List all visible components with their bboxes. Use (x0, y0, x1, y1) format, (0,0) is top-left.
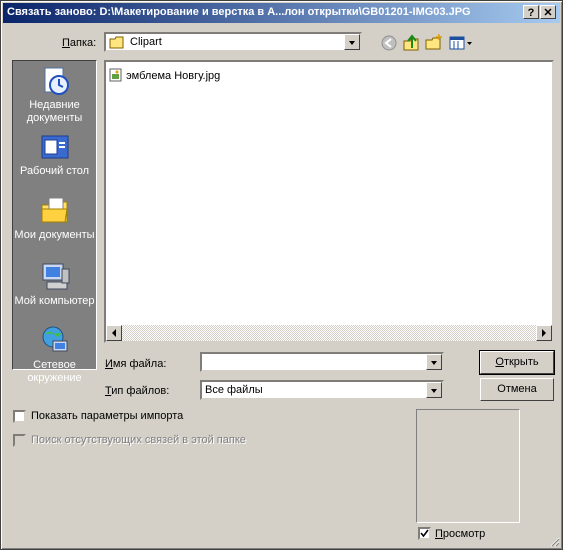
preview-checkbox[interactable] (418, 527, 431, 540)
lookin-combo[interactable]: Clipart (104, 32, 362, 52)
arrow-right-icon (542, 329, 546, 337)
place-network[interactable]: Сетевое окружение (13, 325, 96, 385)
place-desktop[interactable]: Рабочий стол (13, 131, 96, 178)
arrow-left-icon (112, 329, 116, 337)
preview-label-text: росмотр (442, 528, 486, 540)
open-button-text: ткрыть (503, 356, 539, 368)
network-icon (42, 326, 67, 352)
cancel-button[interactable]: Отмена (480, 378, 554, 401)
preview-label: Просмотр (435, 528, 485, 540)
place-recent-label: Недавние документы (26, 99, 83, 124)
place-recent[interactable]: Недавние документы (13, 65, 96, 125)
open-button-accel: О (495, 356, 504, 368)
close-button[interactable]: ✕ (540, 5, 556, 19)
filename-label-text: мя файла: (112, 358, 167, 370)
title-bar[interactable]: Связать заново: D:\Макетирование и верст… (3, 3, 560, 23)
new-folder-icon[interactable] (424, 33, 444, 53)
filetype-value: Все файлы (205, 384, 263, 396)
place-desktop-label: Рабочий стол (19, 165, 90, 177)
help-button[interactable]: ? (523, 5, 539, 19)
place-mydocs[interactable]: Мои документы (13, 195, 96, 242)
lookin-label: Папка: (62, 37, 96, 49)
dialog-window: Связать заново: D:\Макетирование и верст… (0, 0, 563, 550)
view-menu-icon[interactable] (448, 33, 474, 53)
show-import-label: Показать параметры импорта (31, 410, 184, 422)
place-mycomputer-label: Мой компьютер (14, 295, 95, 307)
filename-dropdown-button[interactable] (426, 354, 442, 370)
scroll-right-button[interactable] (536, 325, 552, 341)
back-icon[interactable] (379, 33, 399, 53)
show-import-checkbox[interactable] (13, 410, 26, 423)
lookin-value: Clipart (130, 36, 162, 48)
place-mycomputer[interactable]: Мой компьютер (13, 261, 96, 308)
up-folder-icon[interactable] (401, 33, 421, 53)
horizontal-scrollbar[interactable] (106, 325, 552, 341)
image-file-icon (109, 68, 122, 82)
lookin-label-text: апка: (69, 37, 97, 49)
file-item[interactable]: эмблема Новгу.jpg (109, 68, 220, 82)
file-item-name: эмблема Новгу.jpg (126, 70, 221, 82)
filetype-label-text: ип файлов: (111, 385, 170, 397)
my-computer-icon (42, 263, 69, 290)
scroll-left-button[interactable] (106, 325, 122, 341)
lookin-dropdown-button[interactable] (344, 34, 360, 50)
folder-icon (109, 36, 124, 49)
filetype-combo[interactable]: Все файлы (200, 380, 444, 400)
filename-combo[interactable] (200, 352, 444, 372)
window-title: Связать заново: D:\Макетирование и верст… (7, 6, 471, 18)
place-mydocs-label: Мои документы (14, 229, 95, 241)
places-bar: Недавние документы Рабочий стол Мои доку… (12, 60, 97, 384)
my-documents-icon (41, 197, 68, 223)
desktop-icon (41, 135, 68, 159)
preview-pane (416, 409, 520, 523)
place-network-label: Сетевое окружение (27, 359, 82, 384)
filename-label-accel: И (105, 358, 113, 370)
search-missing-label: Поиск отсутствующих связей в этой папке (31, 434, 246, 446)
filetype-label: Тип файлов: (105, 385, 169, 397)
recent-documents-icon (44, 67, 69, 95)
lookin-label-accel: П (62, 37, 70, 49)
filename-label: Имя файла: (105, 358, 166, 370)
filetype-dropdown-button[interactable] (426, 382, 442, 398)
search-missing-checkbox[interactable] (13, 434, 26, 447)
file-list[interactable]: эмблема Новгу.jpg (104, 60, 554, 343)
open-button[interactable]: Открыть (479, 350, 555, 375)
preview-label-accel: П (435, 528, 443, 540)
resize-grip-icon[interactable] (548, 535, 560, 547)
checkmark-icon (420, 529, 429, 538)
